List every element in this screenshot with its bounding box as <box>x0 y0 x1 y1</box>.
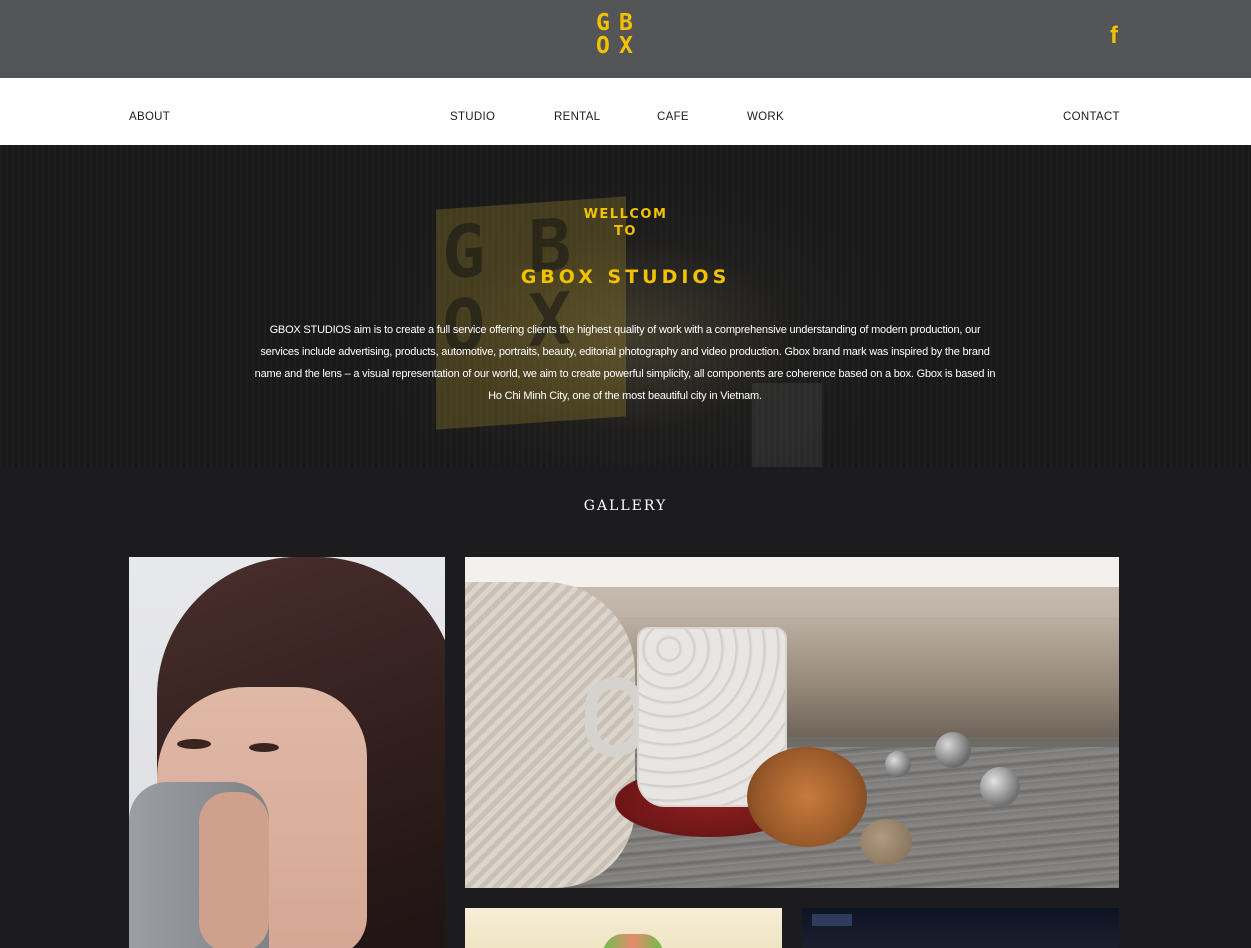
logo-letter-g: G <box>596 10 612 36</box>
photo-hand <box>199 792 269 948</box>
nav-cafe[interactable]: CAFE <box>657 111 689 123</box>
photo-dried-orange <box>747 747 867 847</box>
welcome-line-1: WELLCOM <box>583 207 668 222</box>
main-nav: ABOUT STUDIO RENTAL CAFE WORK CONTACT <box>0 78 1251 145</box>
nav-contact[interactable]: CONTACT <box>1063 111 1120 123</box>
gallery-photo-woman-mug[interactable] <box>129 557 445 948</box>
photo-eye-right <box>249 743 279 752</box>
nav-work[interactable]: WORK <box>747 111 784 123</box>
welcome-line-2: TO <box>614 224 637 239</box>
nav-rental[interactable]: RENTAL <box>554 111 600 123</box>
brand-title: GBOX STUDIOS <box>520 266 731 288</box>
photo-dessert <box>603 934 663 948</box>
photo-walnut <box>860 819 912 865</box>
photo-bauble-small <box>885 751 911 777</box>
logo-letter-b: B <box>619 10 635 36</box>
nav-about[interactable]: ABOUT <box>129 111 170 123</box>
gallery-title: GALLERY <box>583 498 668 514</box>
hero-banner: G B O X <box>0 145 1251 467</box>
photo-window-light <box>812 914 852 926</box>
intro-paragraph: GBOX STUDIOS aim is to create a full ser… <box>254 324 996 402</box>
gallery-photo-dessert[interactable] <box>465 908 782 948</box>
facebook-icon[interactable]: f <box>1106 22 1122 50</box>
gallery-photo-cup[interactable] <box>465 557 1119 888</box>
nav-studio[interactable]: STUDIO <box>450 111 495 123</box>
photo-eye-left <box>177 739 211 749</box>
top-bar: G B O X f <box>0 0 1251 78</box>
logo-letter-o: O <box>596 33 612 59</box>
gbox-logo[interactable]: G B O X <box>594 12 642 60</box>
photo-bauble-1 <box>935 732 971 768</box>
photo-cup-handle <box>585 677 645 757</box>
logo-letter-x: X <box>619 33 635 59</box>
photo-bauble-2 <box>980 767 1020 807</box>
welcome-heading: WELLCOM TO <box>0 206 1251 240</box>
gallery-photo-night[interactable] <box>802 908 1119 948</box>
